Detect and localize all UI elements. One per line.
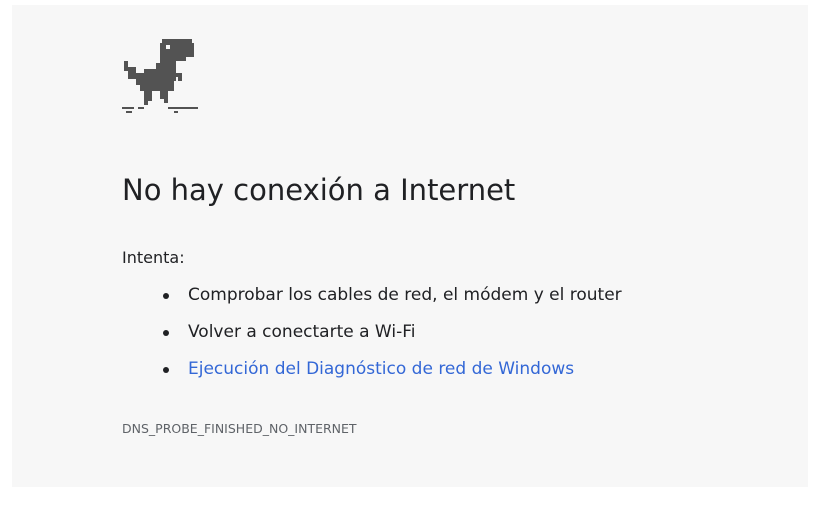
list-item: Ejecución del Diagnóstico de red de Wind… (162, 351, 622, 388)
suggestion-check-cables: Comprobar los cables de red, el módem y … (188, 285, 622, 305)
windows-network-diagnostics-link[interactable]: Ejecución del Diagnóstico de red de Wind… (188, 359, 574, 379)
page-title: No hay conexión a Internet (122, 173, 516, 207)
bullet-icon (163, 293, 169, 299)
error-page: No hay conexión a Internet Intenta: Comp… (12, 5, 808, 487)
suggestions-list: Comprobar los cables de red, el módem y … (162, 277, 622, 388)
dinosaur-icon (122, 39, 198, 113)
error-code: DNS_PROBE_FINISHED_NO_INTERNET (122, 421, 357, 436)
suggestions-label: Intenta: (122, 248, 185, 267)
list-item: Comprobar los cables de red, el módem y … (162, 277, 622, 314)
list-item: Volver a conectarte a Wi-Fi (162, 314, 622, 351)
suggestion-reconnect-wifi: Volver a conectarte a Wi-Fi (188, 322, 416, 342)
bullet-icon (163, 367, 169, 373)
bullet-icon (163, 330, 169, 336)
